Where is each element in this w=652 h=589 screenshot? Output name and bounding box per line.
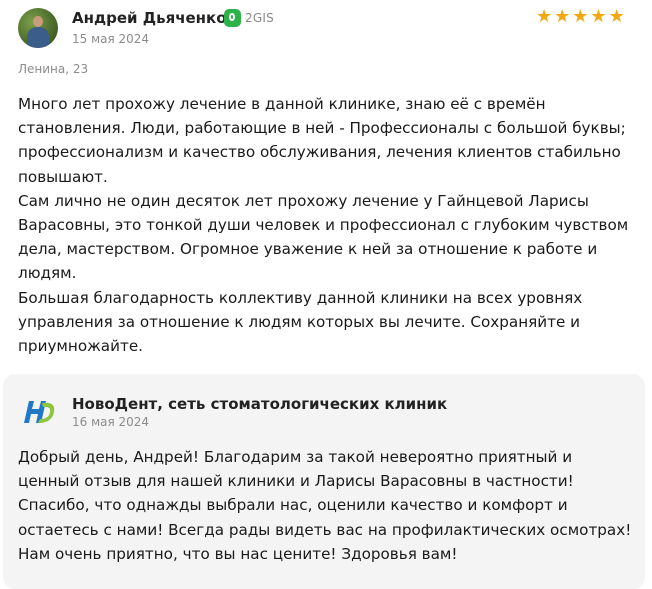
star-icon: ★ — [554, 6, 571, 27]
star-icon: ★ — [572, 6, 589, 27]
2gis-icon — [224, 9, 241, 27]
reply-org-name[interactable]: НовоДент, сеть стоматологических клиник — [72, 395, 447, 413]
star-icon: ★ — [608, 6, 625, 27]
review-text: Много лет прохожу лечение в данной клини… — [18, 95, 629, 356]
source-label: 2GIS — [245, 11, 274, 25]
author-name[interactable]: Андрей Дьяченко — [72, 9, 227, 27]
star-icon: ★ — [590, 6, 607, 27]
avatar-head — [33, 16, 43, 27]
author-avatar[interactable] — [18, 8, 58, 48]
reply-text: Добрый день, Андрей! Благодарим за такой… — [18, 448, 632, 563]
clinic-address: Ленина, 23 — [18, 62, 89, 76]
review-source: 2GIS — [224, 9, 274, 27]
avatar-body — [27, 27, 49, 48]
reply-date: 16 мая 2024 — [72, 415, 150, 429]
star-icon: ★ — [536, 6, 553, 27]
review-date: 15 мая 2024 — [72, 32, 150, 46]
novodent-logo-icon — [24, 401, 55, 423]
rating-stars: ★ ★ ★ ★ ★ — [536, 7, 625, 27]
